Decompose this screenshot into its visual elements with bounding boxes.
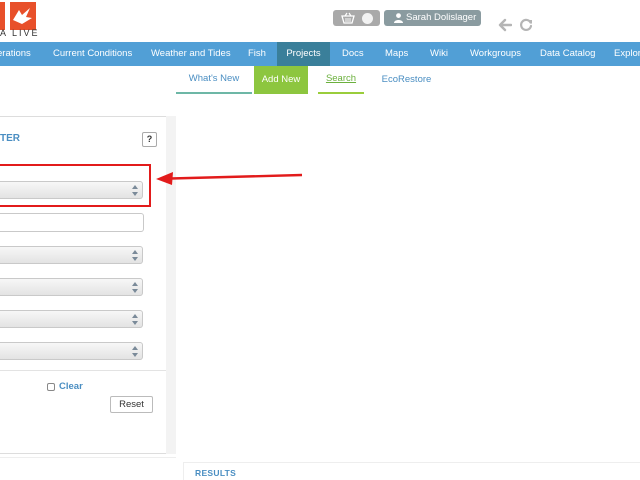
- logo-text: A LIVE: [0, 28, 40, 38]
- pointer-arrow-icon: [156, 172, 303, 185]
- nav-item-weather-and-tides[interactable]: Weather and Tides: [151, 42, 231, 66]
- filter-text-input[interactable]: [0, 213, 144, 232]
- refresh-icon[interactable]: [519, 18, 533, 32]
- user-name: Sarah Dolislager: [406, 12, 477, 23]
- main-nav: erations Current Conditions Weather and …: [0, 42, 640, 66]
- nav-item-operations[interactable]: erations: [0, 42, 31, 66]
- nav-item-current-conditions[interactable]: Current Conditions: [53, 42, 132, 66]
- filter-title: TER: [0, 133, 20, 144]
- tab-ecorestore[interactable]: EcoRestore: [374, 66, 439, 94]
- projects-subnav: What's New Add New Search EcoRestore: [176, 66, 640, 94]
- basket-toggle[interactable]: [333, 10, 380, 26]
- header: A LIVE Sarah Dolislager: [0, 0, 640, 42]
- user-menu-button[interactable]: Sarah Dolislager: [384, 10, 481, 26]
- toggle-knob[interactable]: [362, 13, 373, 24]
- nav-item-wiki[interactable]: Wiki: [430, 42, 448, 66]
- nav-item-data-catalog[interactable]: Data Catalog: [540, 42, 595, 66]
- tab-add-new[interactable]: Add New: [254, 66, 308, 94]
- filter-select-2[interactable]: [0, 246, 143, 264]
- logo-icon[interactable]: [0, 2, 36, 30]
- filter-divider: [0, 370, 166, 371]
- nav-item-maps[interactable]: Maps: [385, 42, 408, 66]
- clear-checkbox[interactable]: [47, 383, 55, 391]
- results-section: [183, 462, 640, 480]
- help-button[interactable]: ?: [142, 132, 157, 147]
- tab-search[interactable]: Search: [318, 66, 364, 94]
- nav-item-projects[interactable]: Projects: [277, 42, 330, 66]
- updown-arrow-icon: [132, 314, 138, 325]
- reset-button[interactable]: Reset: [110, 396, 153, 413]
- filter-select-4[interactable]: [0, 310, 143, 328]
- nav-item-docs[interactable]: Docs: [342, 42, 364, 66]
- filter-panel-shadow: [166, 116, 176, 454]
- tab-whats-new[interactable]: What's New: [176, 66, 252, 94]
- results-label: RESULTS: [195, 468, 237, 478]
- filter-select-3[interactable]: [0, 278, 143, 296]
- highlight-box: [0, 164, 151, 207]
- nav-item-explore[interactable]: Explor: [614, 42, 640, 66]
- nav-item-fish[interactable]: Fish: [248, 42, 266, 66]
- user-icon: [394, 13, 403, 23]
- back-arrow-icon[interactable]: [498, 18, 512, 32]
- clear-label[interactable]: Clear: [59, 381, 83, 392]
- updown-arrow-icon: [132, 346, 138, 357]
- nav-item-workgroups[interactable]: Workgroups: [470, 42, 521, 66]
- updown-arrow-icon: [132, 250, 138, 261]
- updown-arrow-icon: [132, 282, 138, 293]
- basket-icon: [341, 12, 355, 24]
- filter-select-5[interactable]: [0, 342, 143, 360]
- panel-bottom-line: [0, 457, 176, 458]
